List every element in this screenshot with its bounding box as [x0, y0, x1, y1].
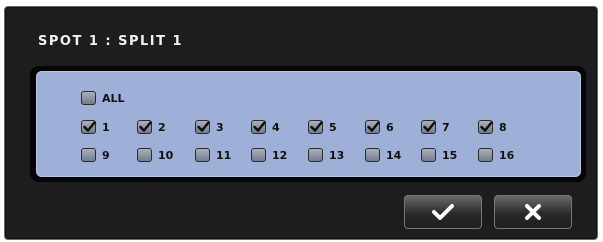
checkbox-camera-11[interactable]: 11 [195, 146, 231, 164]
checkbox-camera-10-label: 10 [158, 148, 174, 162]
confirm-button[interactable] [404, 195, 482, 229]
checkbox-camera-6[interactable]: 6 [365, 118, 394, 136]
close-icon [525, 204, 541, 220]
checkbox-camera-4[interactable]: 4 [251, 118, 280, 136]
checkbox-camera-7[interactable]: 7 [421, 118, 450, 136]
dialog-title: SPOT 1 : SPLIT 1 [38, 34, 184, 49]
checkbox-camera-12-box[interactable] [251, 148, 266, 162]
checkbox-camera-15-label: 15 [442, 148, 458, 162]
checkbox-checkmark-icon [253, 121, 266, 132]
checkbox-camera-16[interactable]: 16 [478, 146, 514, 164]
checkbox-camera-12[interactable]: 12 [251, 146, 287, 164]
checkbox-camera-11-box[interactable] [195, 148, 210, 162]
checkbox-checkmark-icon [480, 121, 493, 132]
checkbox-camera-4-label: 4 [272, 120, 280, 134]
checkmark-icon [432, 204, 454, 220]
checkbox-camera-1[interactable]: 1 [81, 118, 110, 136]
checkbox-camera-1-box[interactable] [81, 120, 96, 134]
checkbox-camera-5-box[interactable] [308, 120, 323, 134]
checkbox-camera-3-box[interactable] [195, 120, 210, 134]
checkbox-checkmark-icon [197, 121, 210, 132]
cancel-button[interactable] [494, 195, 572, 229]
checkbox-camera-8[interactable]: 8 [478, 118, 507, 136]
checkbox-checkmark-icon [423, 121, 436, 132]
checkbox-camera-4-box[interactable] [251, 120, 266, 134]
checkbox-camera-13-box[interactable] [308, 148, 323, 162]
checkbox-checkmark-icon [83, 121, 96, 132]
checkbox-camera-16-label: 16 [499, 148, 515, 162]
checkbox-camera-14-box[interactable] [365, 148, 380, 162]
checkbox-camera-6-label: 6 [386, 120, 394, 134]
checkbox-camera-14[interactable]: 14 [365, 146, 401, 164]
checkbox-camera-7-label: 7 [442, 120, 450, 134]
checkbox-camera-9[interactable]: 9 [81, 146, 110, 164]
checkbox-camera-5[interactable]: 5 [308, 118, 337, 136]
checkbox-camera-15-box[interactable] [421, 148, 436, 162]
checkbox-camera-7-box[interactable] [421, 120, 436, 134]
checkbox-checkmark-icon [310, 121, 323, 132]
checkbox-camera-8-label: 8 [499, 120, 507, 134]
checkbox-camera-13[interactable]: 13 [308, 146, 344, 164]
checkbox-checkmark-icon [367, 121, 380, 132]
checkbox-camera-11-label: 11 [216, 148, 232, 162]
checkbox-camera-12-label: 12 [272, 148, 288, 162]
checkbox-camera-3-label: 3 [216, 120, 224, 134]
checkbox-camera-1-label: 1 [102, 120, 110, 134]
checkbox-camera-9-box[interactable] [81, 148, 96, 162]
checkbox-camera-2[interactable]: 2 [137, 118, 166, 136]
checkbox-camera-10[interactable]: 10 [137, 146, 173, 164]
checkbox-all-label: ALL [102, 91, 125, 105]
checkbox-camera-16-box[interactable] [478, 148, 493, 162]
checkbox-camera-10-box[interactable] [137, 148, 152, 162]
checkbox-camera-13-label: 13 [329, 148, 345, 162]
checkbox-camera-9-label: 9 [102, 148, 110, 162]
checkbox-camera-15[interactable]: 15 [421, 146, 457, 164]
checkbox-camera-14-label: 14 [386, 148, 402, 162]
checkbox-all-box[interactable] [81, 91, 96, 105]
checkbox-camera-5-label: 5 [329, 120, 337, 134]
checkbox-all[interactable]: ALL [81, 89, 125, 107]
checkbox-camera-3[interactable]: 3 [195, 118, 224, 136]
checkbox-camera-8-box[interactable] [478, 120, 493, 134]
checkbox-camera-6-box[interactable] [365, 120, 380, 134]
checkbox-camera-2-box[interactable] [137, 120, 152, 134]
checkbox-checkmark-icon [139, 121, 152, 132]
checkbox-camera-2-label: 2 [158, 120, 166, 134]
